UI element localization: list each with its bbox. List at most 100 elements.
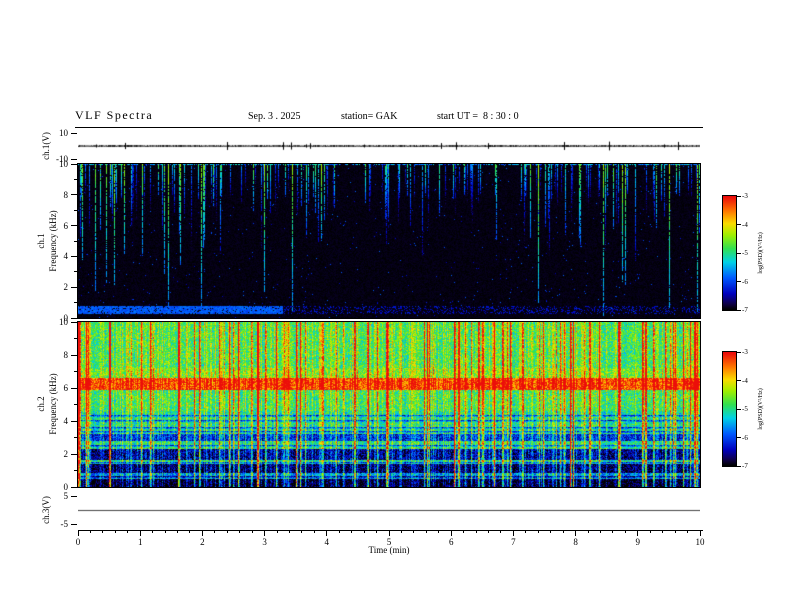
time-minor-tick	[363, 530, 365, 533]
ch2-spectrogram-canvas	[78, 322, 700, 487]
time-minor-tick	[537, 530, 539, 533]
time-minor-tick	[612, 530, 614, 533]
time-tick-label: 1	[137, 537, 143, 547]
time-minor-tick	[152, 530, 154, 533]
time-minor-tick	[525, 530, 527, 533]
frequency-tick	[71, 255, 77, 257]
time-minor-tick	[338, 530, 340, 533]
time-minor-tick	[102, 530, 104, 533]
colorbar-tick	[737, 224, 741, 225]
time-tick-label: 5	[386, 537, 392, 547]
time-tick	[201, 530, 203, 536]
frequency-tick-label: 6	[63, 220, 69, 231]
colorbar-tick	[737, 351, 741, 353]
colorbar-tick-label: -6	[742, 277, 748, 286]
time-tick	[450, 530, 452, 536]
ch3-waveform-canvas	[78, 496, 700, 524]
frequency-tick	[71, 486, 77, 488]
time-minor-tick	[624, 530, 626, 533]
frequency-minor-tick	[74, 240, 77, 242]
colorbar-tick-label: -3	[742, 192, 748, 200]
colorbar-tick	[737, 437, 741, 438]
ch1-channel-axis-label: ch.1	[36, 233, 46, 249]
frequency-minor-tick	[74, 302, 77, 304]
colorbar-tick-label: -4	[742, 220, 748, 229]
colorbar-ch1-canvas	[723, 196, 736, 310]
time-minor-tick	[351, 530, 353, 533]
frequency-tick	[71, 420, 77, 422]
time-minor-tick	[413, 530, 415, 533]
vlf-spectra-figure: VLF Spectra Sep. 3 . 2025 station= GAK s…	[0, 0, 792, 612]
time-minor-tick	[587, 530, 589, 533]
frequency-minor-tick	[74, 209, 77, 211]
frequency-minor-tick	[74, 470, 77, 471]
colorbar-tick	[737, 465, 741, 467]
colorbar-tick-label: -5	[742, 405, 748, 413]
voltage-tick-label: -5	[60, 519, 69, 529]
time-minor-tick	[488, 530, 490, 533]
frequency-minor-tick	[74, 371, 77, 372]
time-minor-tick	[550, 530, 552, 533]
colorbar-tick	[737, 380, 741, 381]
time-tick	[326, 530, 328, 536]
colorbar-tick	[737, 309, 741, 311]
time-minor-tick	[313, 530, 315, 533]
colorbar-tick-label: -3	[742, 348, 748, 356]
frequency-tick	[71, 387, 77, 389]
time-minor-tick	[500, 530, 502, 533]
time-minor-tick	[288, 530, 290, 533]
voltage-tick-label: 10	[59, 128, 68, 138]
frequency-tick	[71, 321, 77, 323]
frequency-tick-label: 6	[63, 383, 69, 393]
frequency-minor-tick	[74, 178, 77, 180]
frequency-tick-label: 10	[59, 317, 68, 327]
time-minor-tick	[438, 530, 440, 533]
colorbar-tick-label: -5	[742, 249, 748, 257]
colorbar-tick	[737, 252, 741, 254]
time-tick	[512, 530, 514, 536]
ch1-frequency-axis-label: Frequency (kHz)	[48, 210, 58, 272]
time-tick-label: 2	[200, 537, 205, 547]
frequency-tick	[71, 317, 77, 319]
colorbar-tick	[737, 195, 741, 197]
ch2-channel-axis-label: ch.2	[36, 396, 46, 412]
frequency-tick-label: 2	[63, 449, 69, 459]
colorbar-tick-label: -6	[742, 433, 748, 442]
time-minor-tick	[463, 530, 465, 533]
colorbar-ch2-label: log(PSD)(V²/Hz)	[758, 388, 764, 430]
time-tick-label: 9	[635, 537, 641, 547]
time-minor-tick	[114, 530, 116, 533]
frequency-tick	[71, 453, 77, 455]
time-minor-tick	[599, 530, 601, 533]
frequency-minor-tick	[74, 271, 77, 273]
time-axis-line	[78, 530, 703, 531]
time-minor-tick	[301, 530, 303, 533]
time-minor-tick	[662, 530, 664, 533]
colorbar-tick-label: -7	[742, 462, 748, 470]
frequency-tick-label: 4	[63, 416, 69, 426]
time-tick-label: 3	[262, 537, 267, 547]
time-minor-tick	[89, 530, 91, 533]
colorbar-ch2-canvas	[723, 352, 736, 466]
colorbar-ch1-label: log(PSD)(V²/Hz)	[758, 232, 764, 274]
time-minor-tick	[649, 530, 651, 533]
frequency-tick	[71, 225, 77, 227]
time-minor-tick	[239, 530, 241, 533]
voltage-tick	[71, 495, 77, 497]
frequency-tick	[71, 354, 77, 356]
date-label: Sep. 3 . 2025	[248, 111, 301, 122]
frequency-tick	[71, 286, 77, 288]
time-minor-tick	[189, 530, 191, 533]
voltage-tick	[71, 523, 77, 525]
time-tick	[637, 530, 639, 536]
frequency-tick	[71, 163, 77, 165]
ch1-waveform-canvas	[78, 133, 700, 159]
time-minor-tick	[164, 530, 166, 533]
ch1-spectrogram-canvas	[78, 164, 700, 318]
time-minor-tick	[251, 530, 253, 533]
time-minor-tick	[562, 530, 564, 533]
time-minor-tick	[475, 530, 477, 533]
colorbar-tick-label: -7	[742, 306, 748, 314]
time-tick	[388, 530, 390, 536]
frequency-minor-tick	[74, 404, 77, 405]
